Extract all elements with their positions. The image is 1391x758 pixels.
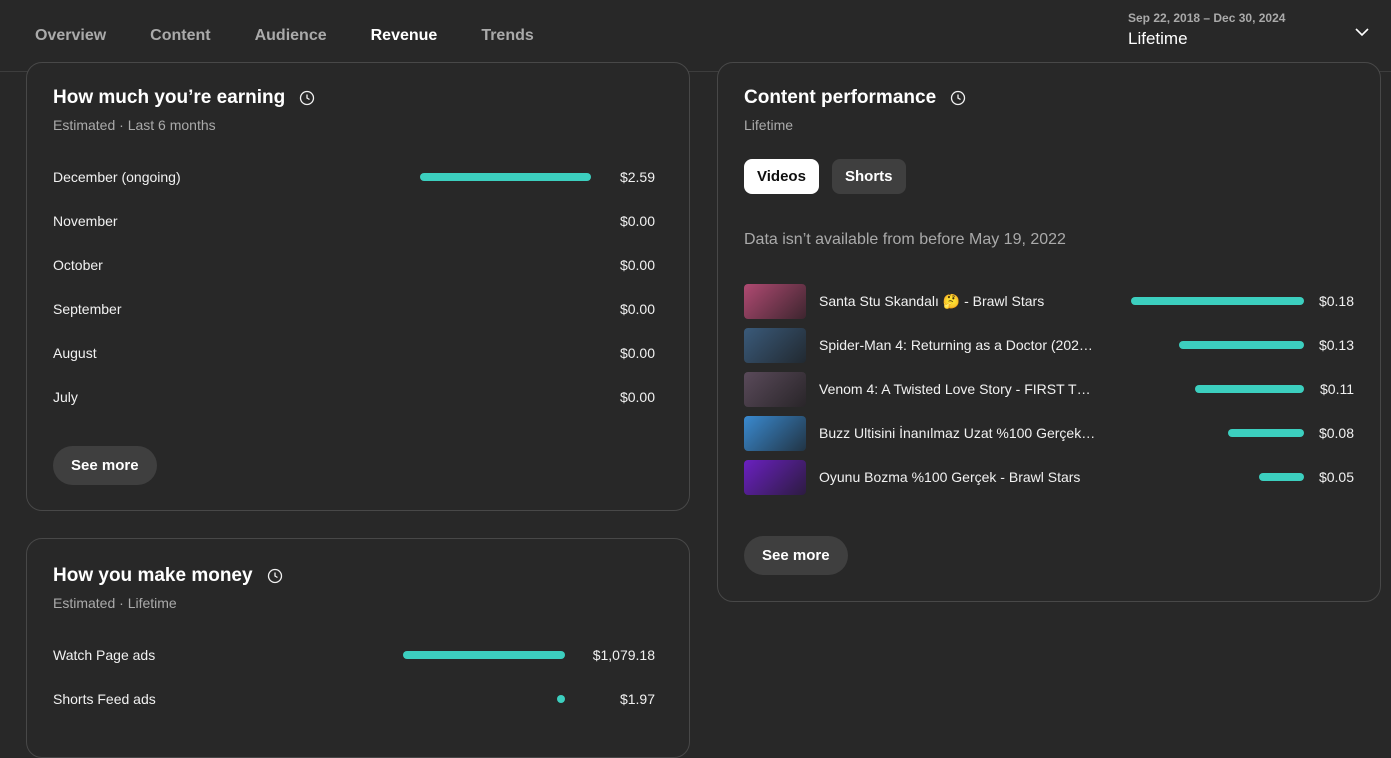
money-row-label: Shorts Feed ads <box>53 691 156 707</box>
earning-subtitle: Estimated · Last 6 months <box>53 117 216 133</box>
video-bar <box>1179 341 1304 349</box>
video-bar <box>1228 429 1304 437</box>
earning-row-value: $0.00 <box>619 257 655 273</box>
data-availability-note: Data isn’t available from before May 19,… <box>744 231 1066 248</box>
video-bar-track <box>1099 385 1304 393</box>
video-thumbnail[interactable] <box>744 459 806 495</box>
see-more-button[interactable]: See more <box>53 446 157 485</box>
clock-icon[interactable] <box>299 90 315 106</box>
content-title: Content performance <box>744 87 937 108</box>
chip-videos[interactable]: Videos <box>744 159 819 194</box>
content-card: Content performance Lifetime Videos Shor… <box>717 62 1381 602</box>
money-row: Shorts Feed ads $1.97 <box>53 689 655 709</box>
video-row[interactable]: Oyunu Bozma %100 Gerçek - Brawl Stars $0.… <box>744 459 1354 495</box>
chevron-down-icon[interactable] <box>1354 24 1370 40</box>
video-title[interactable]: Oyunu Bozma %100 Gerçek - Brawl Stars <box>819 469 1099 485</box>
money-card: How you make money Estimated · Lifetime … <box>26 538 690 758</box>
earning-bar <box>420 173 591 181</box>
video-bar-track <box>1099 473 1304 481</box>
earning-row: September $0.00 <box>53 299 655 319</box>
video-bar <box>1195 385 1304 393</box>
see-more-button[interactable]: See more <box>744 536 848 575</box>
money-title-row: How you make money <box>53 565 283 587</box>
video-row[interactable]: Venom 4: A Twisted Love Story - FIRST TR… <box>744 371 1354 407</box>
earning-row-label: November <box>53 213 118 229</box>
video-value: $0.08 <box>1318 425 1354 441</box>
earning-row: November $0.00 <box>53 211 655 231</box>
money-row-label: Watch Page ads <box>53 647 156 663</box>
earning-row: October $0.00 <box>53 255 655 275</box>
earning-row-value: $0.00 <box>619 301 655 317</box>
earning-row: July $0.00 <box>53 387 655 407</box>
video-thumbnail[interactable] <box>744 327 806 363</box>
video-title[interactable]: Santa Stu Skandalı 🤔 - Brawl Stars <box>819 293 1099 310</box>
earning-row-label: September <box>53 301 122 317</box>
video-row[interactable]: Buzz Ultisini İnanılmaz Uzat %100 Gerçek… <box>744 415 1354 451</box>
money-row: Watch Page ads $1,079.18 <box>53 645 655 665</box>
video-title[interactable]: Buzz Ultisini İnanılmaz Uzat %100 Gerçek… <box>819 425 1099 441</box>
video-bar-track <box>1099 429 1304 437</box>
video-value: $0.11 <box>1320 381 1354 397</box>
video-thumbnail[interactable] <box>744 283 806 319</box>
content-title-row: Content performance <box>744 87 966 109</box>
earning-row-value: $0.00 <box>619 389 655 405</box>
video-title[interactable]: Venom 4: A Twisted Love Story - FIRST TR… <box>819 381 1099 397</box>
video-row[interactable]: Spider-Man 4: Returning as a Doctor (202… <box>744 327 1354 363</box>
video-thumbnail[interactable] <box>744 415 806 451</box>
video-value: $0.13 <box>1318 337 1354 353</box>
earning-row-label: August <box>53 345 97 361</box>
money-row-value: $1.97 <box>619 691 655 707</box>
earning-card: How much you’re earning Estimated · Last… <box>26 62 690 511</box>
video-value: $0.05 <box>1318 469 1354 485</box>
money-bar <box>557 695 565 703</box>
video-bar <box>1259 473 1304 481</box>
earning-title: How much you’re earning <box>53 87 286 108</box>
video-bar-track <box>1099 341 1304 349</box>
video-bar <box>1131 297 1304 305</box>
video-row[interactable]: Santa Stu Skandalı 🤔 - Brawl Stars $0.18 <box>744 283 1354 319</box>
earning-row: August $0.00 <box>53 343 655 363</box>
content-subtitle: Lifetime <box>744 117 794 133</box>
earning-row-label: July <box>53 389 78 405</box>
money-subtitle: Estimated · Lifetime <box>53 595 177 611</box>
earning-row-label: December (ongoing) <box>53 169 181 185</box>
clock-icon[interactable] <box>950 90 966 106</box>
money-title: How you make money <box>53 565 253 586</box>
video-value: $0.18 <box>1318 293 1354 309</box>
video-bar-track <box>1099 297 1304 305</box>
video-thumbnail[interactable] <box>744 371 806 407</box>
money-bar <box>403 651 565 659</box>
date-range-picker[interactable]: Sep 22, 2018 – Dec 30, 2024 Lifetime <box>1128 11 1285 49</box>
earning-row-value: $2.59 <box>619 169 655 185</box>
money-row-value: $1,079.18 <box>592 647 655 663</box>
date-range-text: Sep 22, 2018 – Dec 30, 2024 <box>1128 11 1286 25</box>
earning-row-value: $0.00 <box>619 213 655 229</box>
earning-row-value: $0.00 <box>619 345 655 361</box>
chip-shorts[interactable]: Shorts <box>832 159 906 194</box>
earning-row-label: October <box>53 257 103 273</box>
earning-row: December (ongoing) $2.59 <box>53 167 655 187</box>
video-title[interactable]: Spider-Man 4: Returning as a Doctor (202… <box>819 337 1099 353</box>
earning-title-row: How much you’re earning <box>53 87 315 109</box>
clock-icon[interactable] <box>267 568 283 584</box>
date-range-label: Lifetime <box>1128 29 1188 48</box>
